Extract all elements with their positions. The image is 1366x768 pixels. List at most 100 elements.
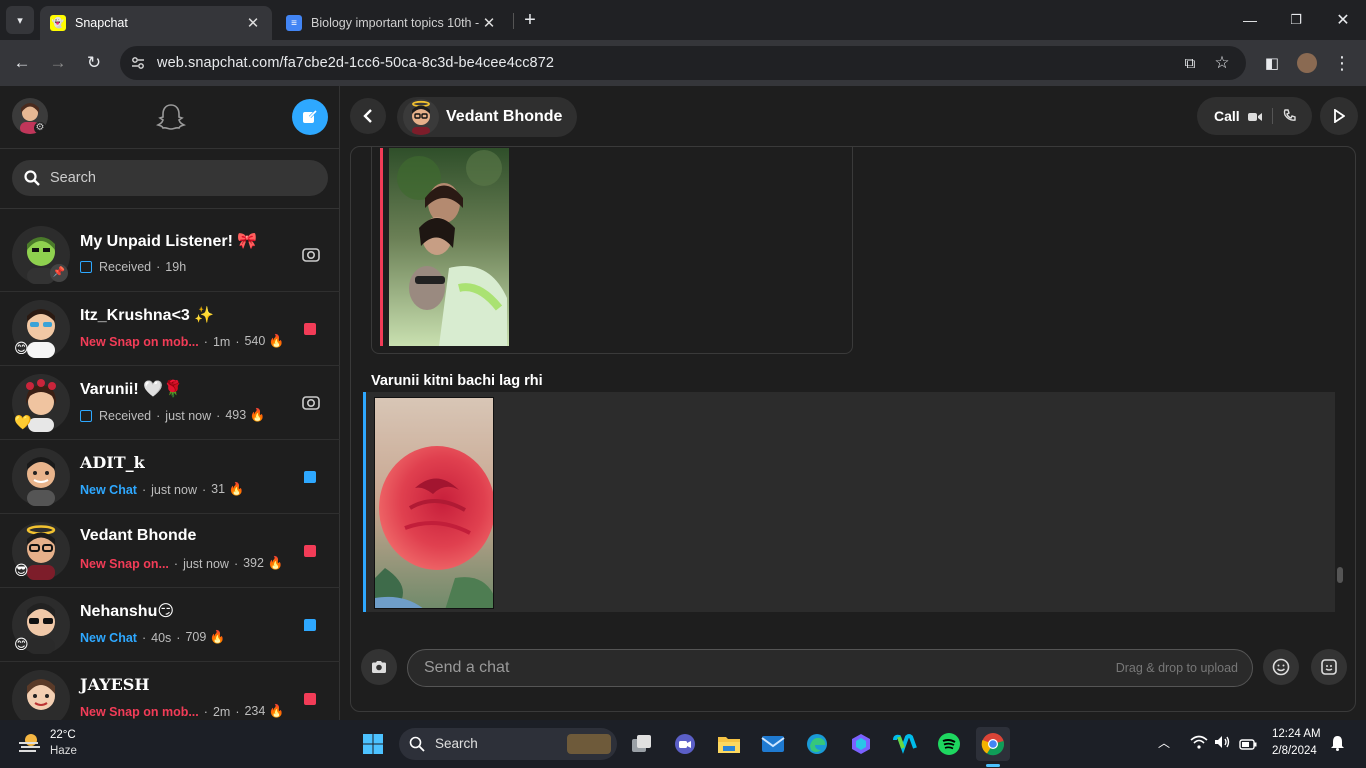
tab-divider (513, 13, 514, 29)
emoji-button[interactable] (1263, 649, 1299, 685)
tab-title: Biology important topics 10th - (311, 16, 480, 30)
call-label[interactable]: Call (1214, 108, 1240, 124)
chat-name: Vedant Bhonde (80, 527, 197, 544)
webex-icon[interactable] (888, 727, 922, 761)
bitmoji-avatar (12, 448, 70, 506)
media-photo-group[interactable] (389, 148, 509, 346)
new-tab-icon[interactable]: + (516, 6, 544, 34)
open-in-app-icon[interactable]: ⧉ (1176, 49, 1204, 77)
settings-gear-icon[interactable]: ⚙ (34, 122, 46, 134)
chat-time: just now (165, 408, 212, 423)
restore-icon[interactable]: ❐ (1282, 6, 1310, 34)
camera-icon[interactable] (302, 246, 320, 267)
close-tab-icon[interactable]: ✕ (480, 14, 498, 32)
spotify-icon[interactable] (932, 727, 966, 761)
phone-icon[interactable] (1283, 109, 1296, 127)
play-story-button[interactable] (1320, 97, 1358, 135)
chat-time: 2m (212, 704, 231, 719)
selected-media-message[interactable] (363, 392, 1335, 612)
volume-icon[interactable] (1214, 735, 1232, 754)
contact-header[interactable]: Vedant Bhonde (397, 97, 577, 137)
chat-kind: New Chat (80, 630, 137, 645)
call-controls: Call (1197, 97, 1312, 135)
chat-item-nehanshu[interactable]: 😊 Nehanshu😏 New Chat · 40s · 709 🔥 (0, 588, 340, 662)
video-call-icon[interactable] (1247, 110, 1263, 128)
search-icon (409, 736, 425, 757)
tab-title: Snapchat (75, 16, 128, 30)
rose-photo[interactable] (374, 397, 494, 609)
mail-icon[interactable] (756, 727, 790, 761)
chat-item-varunii[interactable]: 💛 Varunii! 🤍🌹 Received · just now · 493 … (0, 366, 340, 440)
search-highlight-icon (567, 734, 611, 754)
scrollbar-thumb[interactable] (1337, 567, 1343, 583)
chat-item-my-unpaid-listener[interactable]: 📌 My Unpaid Listener! 🎀 Received · 19h (0, 218, 340, 292)
file-explorer-icon[interactable] (712, 727, 746, 761)
teams-meet-icon[interactable] (668, 727, 702, 761)
wifi-icon[interactable] (1190, 735, 1208, 754)
search-icon (24, 170, 40, 190)
minimize-icon[interactable]: — (1236, 6, 1264, 34)
reload-icon[interactable]: ↻ (80, 49, 108, 77)
chat-bubble-outline-icon (80, 261, 92, 273)
browser-tab-bar: ▾ 👻 Snapchat ✕ ≡ Biology important topic… (0, 0, 1366, 40)
sidebar-divider (0, 208, 340, 209)
address-bar[interactable]: web.snapchat.com/fa7cbe2d-1cc6-50ca-8c3d… (120, 46, 1246, 80)
camera-icon[interactable] (302, 394, 320, 415)
new-chat-button[interactable] (292, 99, 328, 135)
chat-item-jayesh[interactable]: JAYESH New Snap on mob... · 2m · 234 🔥 (0, 662, 340, 720)
notification-bell-icon[interactable] (1330, 735, 1345, 756)
streak-count: 493 🔥 (225, 408, 266, 422)
battery-icon[interactable] (1239, 737, 1257, 755)
site-info-icon[interactable] (130, 55, 146, 71)
chat-time: 1m (212, 334, 231, 349)
tab-snapchat[interactable]: 👻 Snapchat ✕ (40, 6, 272, 40)
sidebar-divider (0, 148, 340, 149)
chat-time: 40s (151, 630, 172, 645)
snapchat-ghost-icon[interactable] (155, 102, 187, 132)
close-tab-icon[interactable]: ✕ (244, 14, 262, 32)
chat-bubble-outline-icon (80, 409, 92, 422)
menu-kebab-icon[interactable]: ⋮ (1328, 49, 1356, 77)
camera-button[interactable] (361, 649, 397, 685)
show-hidden-icons-icon[interactable]: ︿ (1158, 734, 1170, 751)
profile-avatar[interactable] (1297, 53, 1317, 73)
chat-item-adit-k[interactable]: ADIT_k New Chat · just now · 31 🔥 (0, 440, 340, 514)
clock-date[interactable]: 2/8/2024 (1272, 745, 1317, 757)
chat-status: Received · 19h (80, 260, 186, 274)
chat-item-itz-krushna[interactable]: 😊 Itz_Krushna<3 ✨ New Snap on mob... · 1… (0, 292, 340, 366)
chat-item-vedant-bhonde[interactable]: 😎 Vedant Bhonde New Snap on... · just no… (0, 514, 340, 588)
chat-status: New Snap on mob... · 2m · 234 🔥 (80, 704, 285, 719)
start-windows-icon[interactable] (356, 727, 390, 761)
back-button[interactable] (350, 98, 386, 134)
task-view-icon[interactable] (625, 727, 659, 761)
emoji-badge: 😊 (14, 340, 29, 356)
sidepanel-icon[interactable]: ◧ (1258, 49, 1286, 77)
chrome-icon[interactable] (976, 727, 1010, 761)
chrome-active-indicator (986, 764, 1000, 767)
search-placeholder: Search (50, 170, 96, 186)
docs-favicon-icon: ≡ (286, 15, 302, 31)
snapchat-favicon-icon: 👻 (50, 15, 66, 31)
taskbar-search-box[interactable]: Search (399, 728, 617, 760)
tab-biology-doc[interactable]: ≡ Biology important topics 10th - ✕ (276, 6, 508, 40)
emoji-badge: 💛 (14, 414, 32, 430)
chat-status: Received · just now · 493 🔥 (80, 408, 265, 423)
tab-search-icon[interactable]: ▾ (6, 6, 34, 34)
url-text: web.snapchat.com/fa7cbe2d-1cc6-50ca-8c3d… (157, 55, 555, 71)
copilot-icon[interactable] (844, 727, 878, 761)
close-window-icon[interactable]: ✕ (1329, 6, 1357, 34)
clock-time[interactable]: 12:24 AM (1272, 728, 1321, 740)
chat-name: My Unpaid Listener! 🎀 (80, 233, 258, 250)
chat-status: New Snap on mob... · 1m · 540 🔥 (80, 334, 285, 349)
new-snap-indicator (304, 545, 316, 557)
chat-input[interactable]: Send a chat Drag & drop to upload (407, 649, 1253, 687)
search-input[interactable]: Search (12, 160, 328, 196)
sticker-button[interactable] (1311, 649, 1347, 685)
weather-widget[interactable]: 22°C Haze (16, 728, 116, 760)
forward-icon[interactable]: → (44, 49, 72, 77)
chat-status: New Chat · 40s · 709 🔥 (80, 630, 226, 645)
bookmark-star-icon[interactable]: ☆ (1208, 49, 1236, 77)
edge-browser-icon[interactable] (800, 727, 834, 761)
back-icon[interactable]: ← (8, 49, 36, 77)
contact-bitmoji-avatar (403, 99, 439, 135)
